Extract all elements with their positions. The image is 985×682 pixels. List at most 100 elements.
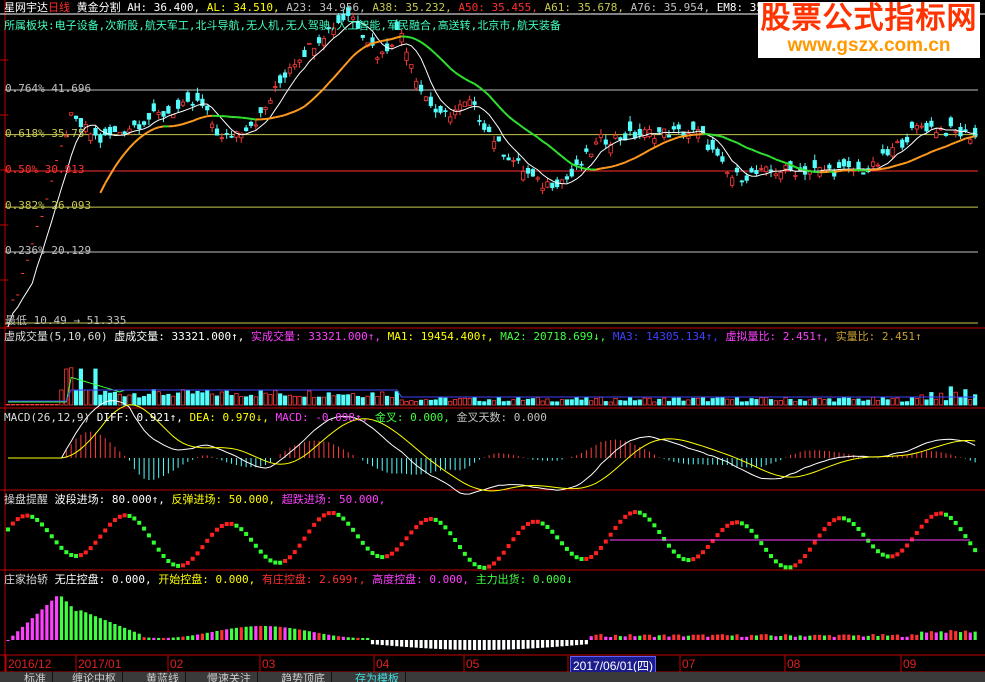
- dealer-bar: [108, 622, 112, 640]
- signal-marker: [778, 563, 783, 568]
- dealer-bar: [944, 632, 948, 640]
- volume-bar: [905, 401, 910, 406]
- signal-marker: [530, 519, 535, 524]
- dealer-bar: [506, 640, 511, 650]
- volume-bar: [418, 399, 424, 406]
- tab-2[interactable]: 缠论中枢: [66, 672, 123, 682]
- volume-bar: [812, 398, 817, 406]
- dealer-bar: [968, 632, 972, 640]
- candle-body: [948, 117, 953, 127]
- candle-body: [564, 176, 570, 180]
- ma20-segment: [610, 164, 616, 168]
- volume-bar: [618, 400, 623, 406]
- ma20-segment: [561, 155, 568, 162]
- dealer-bar: [123, 627, 127, 640]
- volume-bar: [521, 399, 526, 406]
- dealer-bar: [609, 636, 613, 640]
- volume-bar: [632, 400, 638, 406]
- volume-bar: [346, 394, 351, 406]
- tab-4[interactable]: 慢速关注: [201, 672, 258, 682]
- ma20-segment: [770, 156, 777, 161]
- volume-bar: [244, 396, 249, 406]
- volume-bar: [739, 401, 744, 406]
- volume-bar: [793, 401, 798, 406]
- ma20-segment: [955, 139, 961, 144]
- volume-bar: [822, 399, 827, 406]
- candle-body: [433, 108, 438, 113]
- candle-body: [516, 158, 521, 161]
- ma20-segment: [434, 53, 442, 60]
- signal-marker: [535, 519, 540, 524]
- dealer-bar: [852, 635, 856, 640]
- signal-marker: [132, 516, 137, 521]
- ma20-segment: [284, 112, 291, 117]
- date-label: 05: [466, 657, 480, 671]
- ma20-segment: [546, 143, 553, 150]
- ma20-segment: [202, 115, 208, 119]
- dealer-bar: [171, 637, 175, 640]
- candle-body: [321, 38, 327, 46]
- tab-3[interactable]: 黄蓝线: [140, 672, 186, 682]
- volume-bar: [141, 396, 147, 406]
- tab-5[interactable]: 趋势顶底: [275, 672, 332, 682]
- dealer-bar: [842, 634, 846, 640]
- volume-bar: [107, 392, 113, 406]
- volume-bar: [530, 398, 535, 406]
- candle-body: [589, 153, 594, 158]
- candle-body: [603, 139, 608, 145]
- indicator-value: 金叉: 0.000,: [374, 411, 457, 424]
- volume-bar: [321, 396, 327, 406]
- candle-body: [414, 80, 419, 89]
- candle-body: [521, 171, 526, 181]
- candle-body: [739, 180, 744, 183]
- volume-bar: [506, 400, 511, 406]
- candle-body: [73, 115, 79, 119]
- ma20-segment: [187, 120, 193, 124]
- volume-bar: [909, 397, 915, 406]
- signal-marker: [788, 565, 793, 570]
- dealer-bar: [900, 636, 904, 640]
- volume-bar: [555, 401, 560, 406]
- signal-marker: [59, 545, 64, 550]
- signal-marker: [676, 554, 681, 559]
- ma20-segment: [741, 144, 748, 149]
- ma20-segment: [809, 170, 815, 173]
- candle-body: [307, 42, 312, 45]
- volume-bar: [744, 401, 749, 406]
- dealer-bar: [239, 627, 243, 640]
- volume-bar: [49, 403, 54, 406]
- signal-marker: [511, 537, 516, 542]
- dealer-bar: [278, 626, 282, 640]
- indicator-value: DEA: 0.970↓,: [189, 411, 276, 424]
- period-label[interactable]: 日线: [48, 1, 70, 14]
- dealer-bar: [890, 634, 895, 640]
- dealer-bar: [225, 629, 229, 640]
- volume-bar: [516, 397, 521, 406]
- dealer-bar: [711, 634, 715, 640]
- volume-bar: [768, 399, 774, 406]
- candle-body: [457, 104, 463, 111]
- dealer-bar: [954, 631, 958, 640]
- signal-marker: [550, 529, 555, 534]
- signal-marker: [365, 546, 370, 551]
- volume-bar: [112, 391, 118, 406]
- tab-1[interactable]: 标准: [18, 672, 53, 682]
- template-tabs: 标准 缠论中枢 黄蓝线 慢速关注 趋势顶底 存为模板: [0, 672, 985, 682]
- candle-body: [190, 103, 195, 106]
- tab-6[interactable]: 存为模板: [349, 672, 406, 682]
- candle-body: [812, 160, 817, 169]
- volume-bar: [292, 395, 297, 406]
- signal-marker: [312, 522, 317, 527]
- signal-marker: [705, 544, 710, 549]
- ma20-segment: [275, 115, 281, 119]
- indicator-value: MACD: -0.098↑,: [275, 411, 375, 424]
- indicator-value: 波段进场: 80.000↑,: [54, 493, 172, 506]
- dealer-bar: [832, 636, 836, 640]
- indicator-value: MA3: 14305.134↑,: [612, 330, 726, 343]
- dealer-bar: [127, 629, 132, 640]
- dealer-bar: [210, 631, 214, 640]
- signal-marker: [851, 521, 856, 526]
- candle-body: [535, 177, 540, 180]
- volume-bar: [666, 400, 672, 406]
- volume-bar: [525, 398, 531, 406]
